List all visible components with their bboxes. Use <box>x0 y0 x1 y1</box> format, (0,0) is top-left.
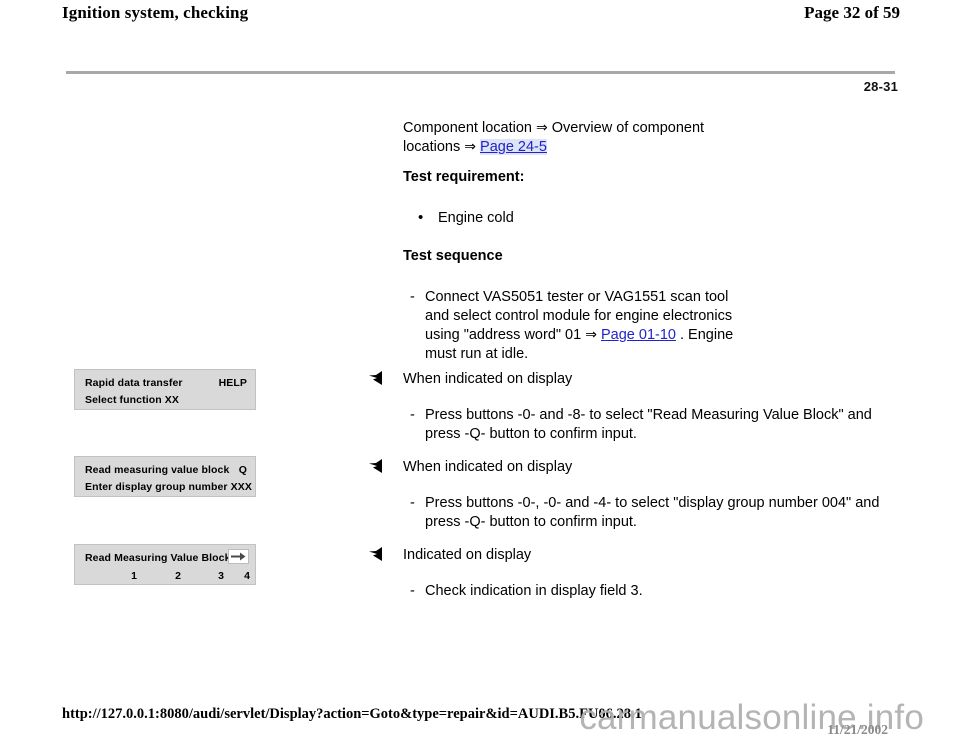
double-arrow-icon: ⇒ <box>585 327 597 343</box>
display-2-line-1-left: Read measuring value block <box>85 464 230 476</box>
display-2-line-2-left: Enter display group number XXX <box>85 481 252 493</box>
display-2-line-1-right: Q <box>238 464 247 476</box>
scan-tool-display-1: Rapid data transfer HELP Select function… <box>74 369 256 410</box>
step-1-title: When indicated on display <box>403 371 573 387</box>
test-sequence-heading: Test sequence <box>403 248 503 264</box>
component-location-text-1: Component location <box>403 120 536 136</box>
page-content: Component location ⇒ Overview of compone… <box>0 0 960 742</box>
step-2-detail-text: Press buttons -0-, -0- and -4- to select… <box>425 495 880 530</box>
double-arrow-icon: ⇒ <box>536 120 548 136</box>
dash-icon: - <box>410 495 415 511</box>
display-3-line-1-left: Read Measuring Value Block 4 <box>85 552 240 564</box>
footer-date: 11/21/2002 <box>827 722 888 737</box>
left-triangle-marker-icon <box>369 370 383 386</box>
dash-icon: - <box>410 407 415 423</box>
step-1-detail: - Press buttons -0- and -8- to select "R… <box>410 406 900 444</box>
display-3-field-4: 4 <box>244 570 250 582</box>
dash-icon: - <box>410 289 415 305</box>
step-3-title: Indicated on display <box>403 547 532 563</box>
display-3-field-2: 2 <box>175 570 181 582</box>
scan-tool-display-2: Read measuring value block Q Enter displ… <box>74 456 256 497</box>
footer-url: http://127.0.0.1:8080/audi/servlet/Displ… <box>62 706 642 722</box>
test-sequence-step: - Connect VAS5051 tester or VAG1551 scan… <box>410 288 740 364</box>
test-requirement-bullet: • Engine cold <box>418 209 718 228</box>
test-requirement-bullet-text: Engine cold <box>438 210 514 226</box>
left-triangle-marker-icon <box>369 458 383 474</box>
step-3-detail: - Check indication in display field 3. <box>410 582 900 601</box>
test-sequence-step-text: Connect VAS5051 tester or VAG1551 scan t… <box>425 288 740 364</box>
step-3-detail-text: Check indication in display field 3. <box>425 583 643 599</box>
scan-tool-display-3: Read Measuring Value Block 4 1 2 3 4 <box>74 544 256 585</box>
left-triangle-marker-icon <box>369 546 383 562</box>
step-2-detail: - Press buttons -0-, -0- and -4- to sele… <box>410 494 900 532</box>
link-page-01-10[interactable]: Page 01-10 <box>601 327 676 343</box>
link-page-24-5[interactable]: Page 24-5 <box>480 139 547 155</box>
step-1-detail-text: Press buttons -0- and -8- to select "Rea… <box>425 407 872 442</box>
dash-icon: - <box>410 583 415 599</box>
display-3-field-3: 3 <box>218 570 224 582</box>
step-2-title: When indicated on display <box>403 459 573 475</box>
display-3-field-1: 1 <box>131 570 137 582</box>
test-requirement-heading: Test requirement: <box>403 169 525 185</box>
display-1-line-1-right: HELP <box>218 377 247 389</box>
double-arrow-icon: ⇒ <box>464 139 476 155</box>
right-arrow-key-icon <box>228 549 249 564</box>
display-1-line-2-left: Select function XX <box>85 394 179 406</box>
bullet-icon: • <box>418 209 424 226</box>
display-1-line-1-left: Rapid data transfer <box>85 377 183 389</box>
component-location-paragraph: Component location ⇒ Overview of compone… <box>403 119 733 157</box>
